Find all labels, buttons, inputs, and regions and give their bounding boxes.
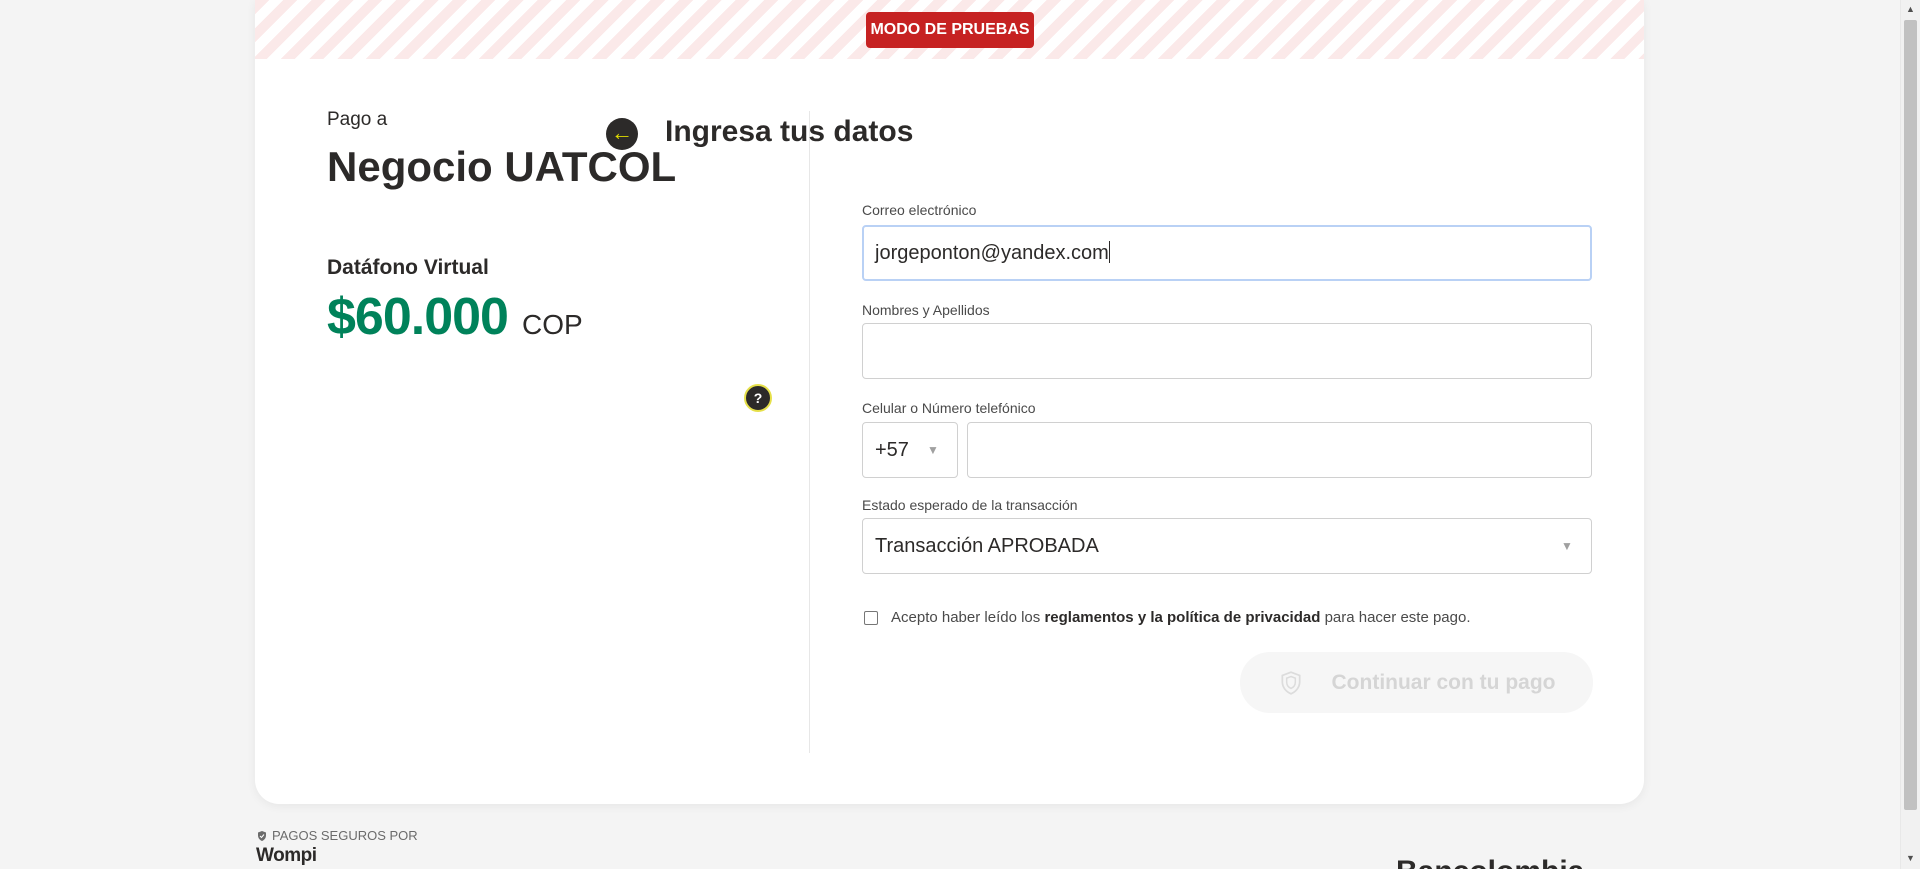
terms-link[interactable]: reglamentos y la política de privacidad xyxy=(1044,609,1320,626)
expected-status-value: Transacción APROBADA xyxy=(875,535,1099,557)
terms-checkbox[interactable] xyxy=(864,611,878,625)
merchant-name: Negocio UATCOL xyxy=(327,143,677,190)
phone-number-field[interactable] xyxy=(967,422,1592,478)
test-mode-badge: MODO DE PRUEBAS xyxy=(866,12,1034,48)
chevron-down-icon: ▼ xyxy=(927,443,939,457)
email-field[interactable]: jorgeponton@yandex.com xyxy=(862,225,1592,281)
help-icon[interactable]: ? xyxy=(744,384,772,412)
scroll-down-icon[interactable]: ▼ xyxy=(1906,853,1915,863)
secure-payments: PAGOS SEGUROS POR xyxy=(256,828,418,843)
terms-suffix: para hacer este pago. xyxy=(1324,609,1471,626)
amount-value: $60.000 xyxy=(327,288,509,346)
email-value: jorgeponton@yandex.com xyxy=(875,242,1109,264)
bancolombia-logo: Bancolombia xyxy=(1396,852,1584,869)
amount-row: $60.000 COP xyxy=(327,287,583,347)
merchant-summary: Pago a Negocio UATCOL Datáfono Virtual $… xyxy=(255,59,810,759)
scroll-up-icon[interactable]: ▲ xyxy=(1906,4,1915,14)
back-arrow-icon[interactable]: ← xyxy=(606,118,638,150)
expected-status-select[interactable]: Transacción APROBADA ▼ xyxy=(862,518,1592,574)
status-label: Estado esperado de la transacción xyxy=(862,497,1078,513)
pay-to-label: Pago a xyxy=(327,109,388,130)
shield-icon xyxy=(1280,670,1301,695)
continue-label: Continuar con tu pago xyxy=(1331,670,1556,694)
product-name: Datáfono Virtual xyxy=(327,256,489,279)
test-mode-banner: MODO DE PRUEBAS xyxy=(255,0,1644,59)
phone-label: Celular o Número telefónico xyxy=(862,400,1036,416)
country-code-value: +57 xyxy=(875,439,909,461)
terms-prefix: Acepto haber leído los xyxy=(891,609,1041,626)
currency-code: COP xyxy=(521,309,583,340)
chevron-down-icon: ▼ xyxy=(1561,539,1573,553)
email-label: Correo electrónico xyxy=(862,202,977,218)
country-code-select[interactable]: +57 ▼ xyxy=(862,422,958,478)
full-name-field[interactable] xyxy=(862,323,1592,379)
column-divider xyxy=(809,111,810,753)
shield-check-icon xyxy=(258,830,266,841)
vertical-scrollbar[interactable]: ▲ ▼ xyxy=(1900,0,1920,869)
name-label: Nombres y Apellidos xyxy=(862,302,990,318)
text-caret xyxy=(1108,241,1110,263)
scroll-thumb[interactable] xyxy=(1904,20,1917,810)
secure-label: PAGOS SEGUROS POR xyxy=(272,828,418,843)
wompi-logo: Wompi xyxy=(256,845,317,866)
form-title: Ingresa tus datos xyxy=(665,115,914,148)
continue-button[interactable]: Continuar con tu pago xyxy=(1240,652,1593,713)
terms-text: Acepto haber leído los reglamentos y la … xyxy=(891,609,1471,626)
